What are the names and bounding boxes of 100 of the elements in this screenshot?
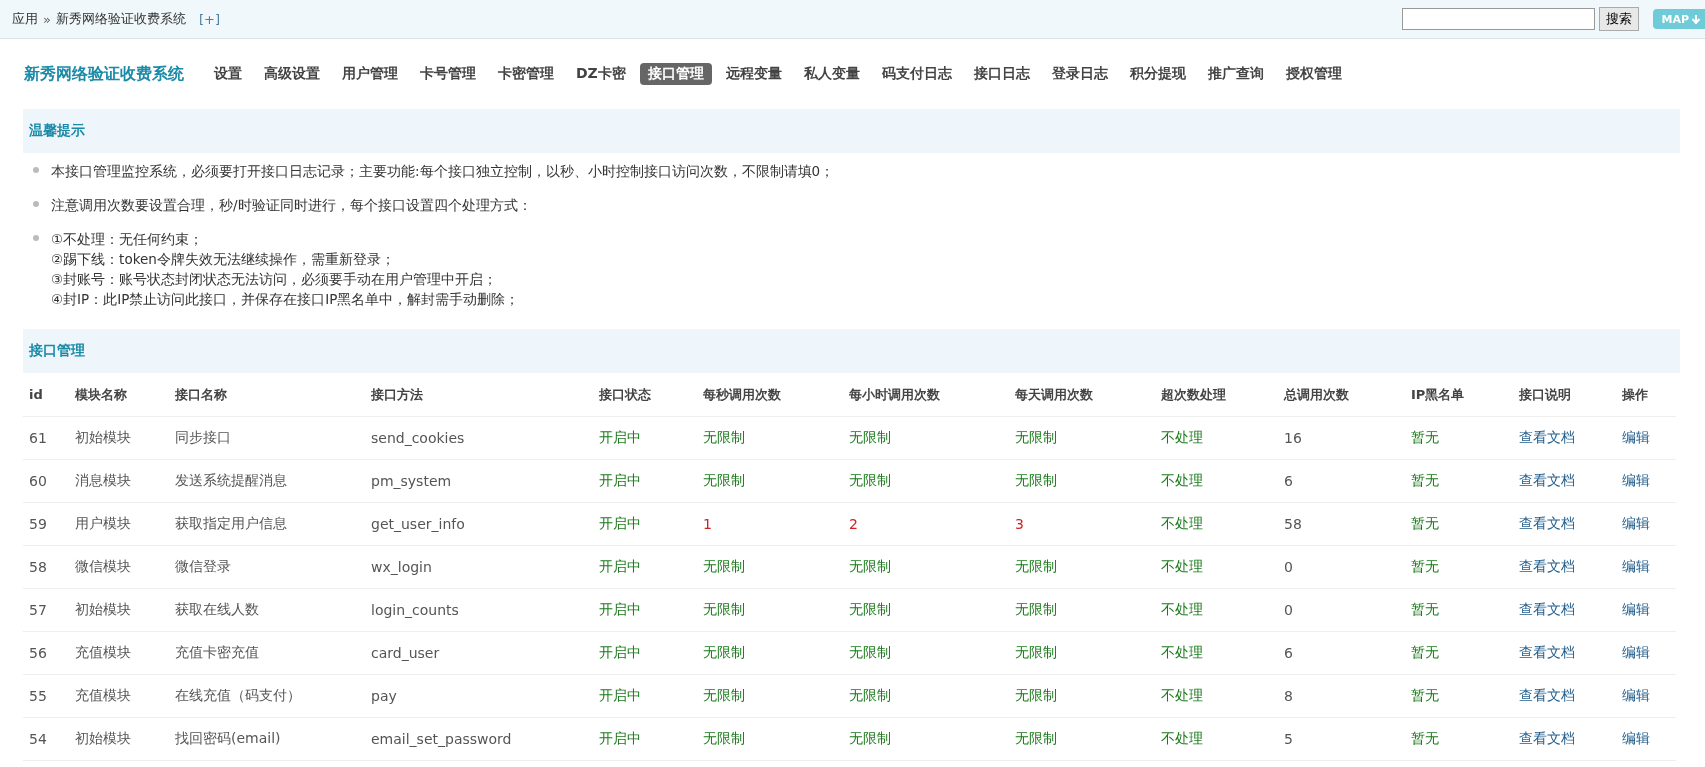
- limit-value: 无限制: [1015, 472, 1057, 488]
- nav-tab[interactable]: 登录日志: [1043, 63, 1116, 85]
- limit-value: 无限制: [703, 687, 745, 703]
- table-cell: 暂无: [1411, 515, 1439, 531]
- table-cell: email_set_password: [371, 731, 512, 747]
- table-cell: 找回密码(email): [175, 730, 281, 746]
- brand-title: 新秀网络验证收费系统: [24, 63, 184, 85]
- table-cell: 不处理: [1161, 687, 1203, 703]
- limit-value: 无限制: [849, 601, 891, 617]
- table-cell: 发送系统提醒消息: [175, 472, 287, 488]
- limit-value: 无限制: [1015, 558, 1057, 574]
- table-cell: 58: [29, 559, 47, 575]
- tip-text: ①不处理：无任何约束；: [51, 230, 205, 249]
- table-cell: 54: [29, 731, 47, 747]
- table-cell: 微信登录: [175, 558, 231, 574]
- limit-value: 无限制: [849, 558, 891, 574]
- nav-tab[interactable]: 高级设置: [256, 63, 328, 85]
- nav-tab[interactable]: 码支付日志: [873, 63, 960, 85]
- nav-tab[interactable]: 设置: [206, 63, 250, 85]
- table-cell: 获取指定用户信息: [175, 515, 287, 531]
- table-cell: 初始模块: [75, 730, 131, 746]
- doc-link[interactable]: 查看文档: [1519, 429, 1575, 445]
- edit-link[interactable]: 编辑: [1622, 601, 1650, 617]
- table-cell: 60: [29, 473, 47, 489]
- limit-value: 无限制: [849, 730, 891, 746]
- search-field[interactable]: [1402, 8, 1596, 30]
- nav-tab[interactable]: 推广查询: [1199, 63, 1272, 85]
- nav-tab[interactable]: 用户管理: [334, 63, 406, 85]
- column-header: 模块名称: [69, 373, 169, 417]
- column-header: 每秒调用次数: [697, 373, 843, 417]
- table-cell: 不处理: [1161, 644, 1203, 660]
- nav-tab[interactable]: 卡号管理: [412, 63, 484, 85]
- doc-link[interactable]: 查看文档: [1519, 472, 1575, 488]
- table-cell: 6: [1284, 645, 1293, 661]
- status-text: 开启中: [599, 558, 641, 574]
- table-cell: get_user_info: [371, 516, 465, 532]
- table-cell: 58: [1284, 516, 1302, 532]
- edit-link[interactable]: 编辑: [1622, 515, 1650, 531]
- limit-value: 无限制: [849, 644, 891, 660]
- table-cell: 不处理: [1161, 601, 1203, 617]
- status-text: 开启中: [599, 429, 641, 445]
- table-cell: 初始模块: [75, 429, 131, 445]
- limit-value: 3: [1015, 516, 1024, 532]
- table-cell: 不处理: [1161, 558, 1203, 574]
- breadcrumb-item[interactable]: 新秀网络验证收费系统: [55, 10, 186, 28]
- limit-value: 无限制: [849, 472, 891, 488]
- column-header: 接口说明: [1513, 373, 1616, 417]
- table-cell: 微信模块: [75, 558, 131, 574]
- doc-link[interactable]: 查看文档: [1519, 687, 1575, 703]
- doc-link[interactable]: 查看文档: [1519, 558, 1575, 574]
- table-cell: 8: [1284, 688, 1293, 704]
- limit-value: 无限制: [703, 558, 745, 574]
- status-text: 开启中: [599, 644, 641, 660]
- add-link[interactable]: [+]: [198, 11, 220, 27]
- table-cell: 5: [1284, 731, 1293, 747]
- table-cell: 充值模块: [75, 644, 131, 660]
- table-cell: 16: [1284, 430, 1302, 446]
- table-cell: 初始模块: [75, 601, 131, 617]
- tip-text: 本接口管理监控系统，必须要打开接口日志记录；主要功能:每个接口独立控制，以秒、小时控制接口访问次数，不限制请填0；: [51, 162, 835, 181]
- search-button[interactable]: 搜索: [1599, 7, 1640, 31]
- edit-link[interactable]: 编辑: [1622, 472, 1650, 488]
- limit-value: 无限制: [703, 472, 745, 488]
- nav-tab[interactable]: 授权管理: [1277, 63, 1350, 85]
- nav-tab[interactable]: 远程变量: [717, 63, 790, 85]
- table-cell: pm_system: [371, 473, 452, 489]
- table-cell: card_user: [371, 645, 440, 661]
- column-header: 总调用次数: [1278, 373, 1405, 417]
- doc-link[interactable]: 查看文档: [1519, 644, 1575, 660]
- nav-tab[interactable]: 卡密管理: [490, 63, 562, 85]
- table-cell: 6: [1284, 473, 1293, 489]
- table-cell: 56: [29, 645, 47, 661]
- status-text: 开启中: [599, 515, 641, 531]
- breadcrumb-item[interactable]: 应用: [12, 10, 38, 28]
- table-cell: 暂无: [1411, 472, 1439, 488]
- table-cell: 暂无: [1411, 429, 1439, 445]
- nav-tab[interactable]: 接口日志: [965, 63, 1038, 85]
- edit-link[interactable]: 编辑: [1622, 429, 1650, 445]
- edit-link[interactable]: 编辑: [1622, 558, 1650, 574]
- table-cell: send_cookies: [371, 430, 465, 446]
- doc-link[interactable]: 查看文档: [1519, 601, 1575, 617]
- status-text: 开启中: [599, 601, 641, 617]
- table-cell: 暂无: [1411, 644, 1439, 660]
- nav-tab[interactable]: 积分提现: [1121, 63, 1194, 85]
- edit-link[interactable]: 编辑: [1622, 687, 1650, 703]
- nav-tab[interactable]: 私人变量: [795, 63, 868, 85]
- edit-link[interactable]: 编辑: [1622, 730, 1650, 746]
- doc-link[interactable]: 查看文档: [1519, 730, 1575, 746]
- status-text: 开启中: [599, 730, 641, 746]
- nav-tab[interactable]: DZ卡密: [568, 63, 634, 85]
- limit-value: 无限制: [1015, 687, 1057, 703]
- limit-value: 无限制: [849, 429, 891, 445]
- doc-link[interactable]: 查看文档: [1519, 515, 1575, 531]
- table-cell: 同步接口: [175, 429, 231, 445]
- breadcrumb-separator: »: [43, 11, 51, 27]
- column-header: id: [23, 373, 69, 417]
- limit-value: 无限制: [849, 687, 891, 703]
- table-cell: login_counts: [371, 602, 459, 618]
- nav-tab[interactable]: 接口管理: [639, 63, 712, 85]
- edit-link[interactable]: 编辑: [1622, 644, 1650, 660]
- bullet-icon: [33, 235, 39, 241]
